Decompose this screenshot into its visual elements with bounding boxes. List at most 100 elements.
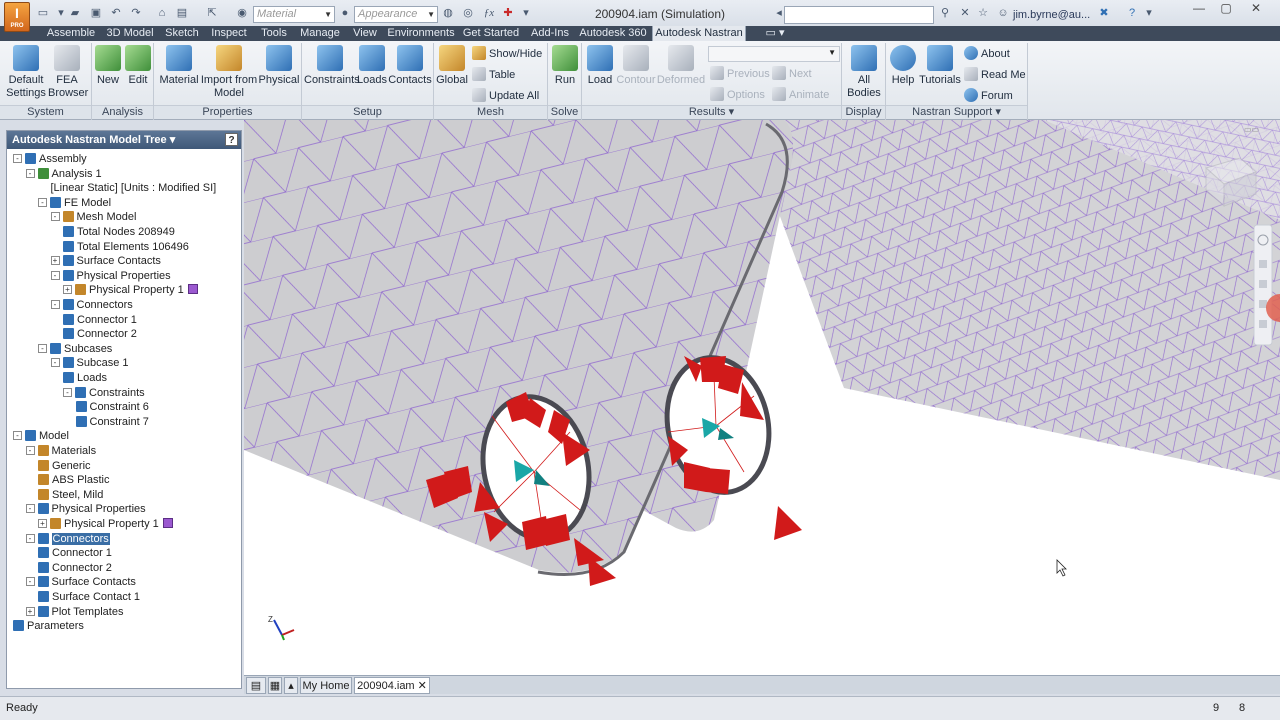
function-icon[interactable]: ƒx [482,6,496,20]
contacts-button[interactable]: Contacts [388,45,432,87]
tree-item[interactable]: + Physical Property 1 [63,283,198,297]
favorites-star-icon[interactable]: ☆ [976,6,990,20]
tree-item[interactable]: - Materials [25,444,96,458]
help-icon[interactable]: ? [1125,6,1139,20]
tree-item[interactable]: ABS Plastic [38,473,109,487]
clear-appearance-icon[interactable]: ◍ [441,6,455,20]
options-button[interactable]: Options [710,86,765,104]
tab-autodesk-nastran[interactable]: Autodesk Nastran [652,26,746,41]
exchange-apps-icon[interactable]: ✖ [1097,6,1111,20]
home-icon[interactable]: ⌂ [155,6,169,20]
undo-icon[interactable]: ↶ [109,6,123,20]
tile-icon[interactable]: ▤ [246,677,266,694]
tab-tools[interactable]: Tools [256,26,292,41]
tree-item[interactable]: - Analysis 1 [25,167,102,181]
tab-3d-model[interactable]: 3D Model [102,26,158,41]
collapse-icon[interactable]: - [13,431,22,441]
import-from-model-button[interactable]: Import from Model [200,45,258,100]
tab-add-ins[interactable]: Add-Ins [526,26,574,41]
collapse-icon[interactable]: - [25,446,35,455]
tab-sketch[interactable]: Sketch [162,26,202,41]
group-label[interactable]: Results ▾ [582,105,841,119]
update-all-button[interactable]: Update All [472,87,539,105]
update-icon[interactable]: ▤ [175,6,189,20]
deformed-button[interactable]: Deformed [656,45,706,87]
new-analysis-button[interactable]: New [94,45,122,87]
tab-get-started[interactable]: Get Started [460,26,522,41]
help-dropdown-icon[interactable]: ▾ [1142,6,1156,20]
next-button[interactable]: Next [772,65,812,83]
tree-item[interactable]: + Plot Templates [25,605,123,619]
close-icon[interactable]: ✕ [1243,2,1269,16]
doc-menu-icon[interactable]: ▴ [284,677,298,694]
read-me-button[interactable]: Read Me [964,66,1026,84]
binoculars-icon[interactable]: ⚲ [938,6,952,20]
redo-icon[interactable]: ↷ [129,6,143,20]
tree-item[interactable]: Loads [63,371,107,385]
collapse-icon[interactable]: - [38,343,47,353]
collapse-icon[interactable]: - [25,504,35,514]
fea-browser-button[interactable]: FEA Browser [48,45,88,100]
collapse-icon[interactable]: - [50,270,60,280]
edit-analysis-button[interactable]: Edit [124,45,152,87]
collapse-icon[interactable]: - [25,168,35,178]
collapse-icon[interactable]: - [50,212,60,222]
customize-quick-access-icon[interactable]: ▾ [519,6,533,20]
forum-button[interactable]: Forum [964,87,1013,105]
maximize-icon[interactable]: ▢ [1213,2,1239,16]
tab-view[interactable]: View [348,26,382,41]
tree-item[interactable]: Steel, Mild [38,488,103,502]
all-bodies-button[interactable]: All Bodies [846,45,882,100]
tree-item[interactable]: - Connectors [50,298,133,312]
tree-item[interactable]: Total Nodes 208949 [63,225,175,239]
application-menu-button[interactable]: I PRO [4,2,30,32]
graphics-viewport[interactable]: Z ▭▭ [244,120,1280,675]
appearance-dropdown[interactable]: Appearance ▼ [354,6,438,23]
expand-icon[interactable]: + [38,519,47,528]
subscription-icon[interactable]: ✕ [958,6,972,20]
collapse-icon[interactable]: - [63,387,72,397]
tree-item[interactable]: Connector 1 [38,546,112,560]
constraints-button[interactable]: Constraints [304,45,360,87]
collapse-icon[interactable]: - [25,577,35,587]
tab-autodesk-360[interactable]: Autodesk 360 [578,26,648,41]
tab-environments[interactable]: Environments [386,26,456,41]
show-hide-mesh-button[interactable]: Show/Hide [472,45,542,63]
tab-inspect[interactable]: Inspect [206,26,252,41]
results-dropdown[interactable]: ▼ [708,46,840,62]
tree-item[interactable]: - Assembly [13,152,87,166]
minimize-icon[interactable]: — [1186,2,1212,16]
new-file-icon[interactable]: ▭ [36,6,50,20]
expand-icon[interactable]: + [50,256,60,266]
tree-item[interactable]: - Model [13,429,69,443]
help-button[interactable]: Help [888,45,918,87]
dropdown-arrow-icon[interactable]: ▾ [54,6,68,20]
animate-button[interactable]: Animate [772,86,829,104]
collapse-icon[interactable]: - [38,197,47,207]
select-icon[interactable]: ⇱ [205,6,219,20]
viewport-controls-icon[interactable]: ▭▭ [1244,125,1259,134]
help-icon[interactable]: ? [225,133,238,146]
tree-item[interactable]: + Physical Property 1 [38,517,173,531]
adjust-appearance-icon[interactable]: ◎ [461,6,475,20]
my-home-tab[interactable]: My Home [300,677,352,694]
contour-button[interactable]: Contour [616,45,656,87]
tree-item[interactable]: - FE Model [38,196,111,210]
material-dropdown[interactable]: Material ▼ [253,6,335,23]
color-wheel-icon[interactable]: ◉ [235,6,249,20]
tree-item[interactable]: Connector 2 [63,327,137,341]
model-tree-header[interactable]: Autodesk Nastran Model Tree ▾? [7,131,241,149]
collapse-icon[interactable]: - [13,154,22,163]
tree-item[interactable]: Generic [38,459,91,473]
tab-assemble[interactable]: Assemble [44,26,98,41]
tutorials-button[interactable]: Tutorials [918,45,962,87]
tree-item[interactable]: Total Elements 106496 [63,240,189,254]
previous-button[interactable]: Previous [710,65,770,83]
physical-button[interactable]: Physical [258,45,300,87]
expand-icon[interactable]: + [63,285,72,295]
expand-icon[interactable]: + [25,606,35,616]
material-button[interactable]: Material [158,45,200,87]
open-folder-icon[interactable]: ▰ [68,6,82,20]
signed-in-user[interactable]: jim.byrne@au... [1013,9,1090,21]
cascade-icon[interactable]: ▦ [268,677,282,694]
